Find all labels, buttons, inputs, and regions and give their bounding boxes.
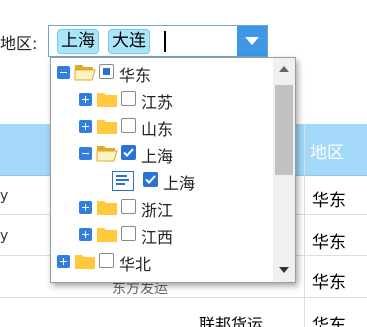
table-cell: y (0, 188, 9, 204)
tree-checkbox[interactable] (99, 253, 114, 268)
tree-node-label: 山东 (141, 120, 174, 139)
tree-node[interactable]: 华北 (51, 248, 273, 275)
expand-plus-icon[interactable] (79, 228, 92, 241)
tree-checkbox[interactable] (121, 118, 136, 133)
tree-checkbox[interactable] (121, 199, 136, 214)
tree-checkbox[interactable] (121, 91, 136, 106)
folder-open-icon (96, 144, 118, 162)
folder-icon (74, 252, 96, 270)
dropdown-button[interactable] (237, 26, 267, 56)
chevron-down-icon (245, 37, 259, 45)
column-header-region[interactable]: 地区 (310, 138, 344, 163)
tree-checkbox[interactable] (121, 226, 136, 241)
tree-checkbox[interactable] (121, 145, 136, 160)
tree-node-label: 浙江 (141, 201, 174, 220)
table-cell-region: 华东 (312, 273, 346, 293)
tree-node-label: 华东 (119, 66, 152, 85)
region-combobox[interactable]: 上海 大连 (48, 25, 268, 57)
table-cell-region: 华东 (312, 233, 346, 253)
tree-node-label: 江苏 (141, 93, 174, 112)
expand-plus-icon[interactable] (79, 120, 92, 133)
tree-node-label: 江西 (141, 228, 174, 247)
table-cell: y (0, 228, 9, 244)
collapse-minus-icon[interactable] (57, 66, 70, 79)
table-cell-company: 联邦货运 (199, 315, 264, 327)
tree-node-label: 上海 (163, 174, 196, 193)
tree-node[interactable]: 上海 (51, 167, 273, 194)
folder-icon (96, 90, 118, 108)
text-cursor (164, 31, 166, 52)
tree-node-label: 华北 (119, 255, 152, 274)
tree-node[interactable]: 江苏 (51, 86, 273, 113)
folder-icon (96, 225, 118, 243)
tree-node[interactable]: 浙江 (51, 194, 273, 221)
folder-icon (96, 117, 118, 135)
expand-plus-icon[interactable] (57, 255, 70, 268)
collapse-minus-icon[interactable] (79, 147, 92, 160)
expand-plus-icon[interactable] (79, 93, 92, 106)
scrollbar[interactable] (273, 58, 295, 282)
tree-checkbox[interactable] (143, 172, 158, 187)
expand-plus-icon[interactable] (79, 201, 92, 214)
row-divider (0, 297, 367, 298)
selected-tag[interactable]: 上海 (57, 29, 99, 54)
table-cell-region: 华东 (312, 191, 346, 211)
scroll-up-arrow-icon[interactable] (279, 66, 289, 72)
selected-tag[interactable]: 大连 (108, 29, 150, 54)
table-cell-region: 华东 (312, 316, 346, 327)
scroll-down-arrow-icon[interactable] (279, 267, 289, 273)
folder-icon (96, 198, 118, 216)
tree-node[interactable]: 上海 (51, 140, 273, 167)
tree-node[interactable]: 江西 (51, 221, 273, 248)
tree-node-label: 上海 (141, 147, 174, 166)
tree-node[interactable]: 山东 (51, 113, 273, 140)
filter-label: 地区: (0, 34, 38, 53)
tree-dropdown-panel: 华东 江苏 山东 上海 上海 浙江 江西 华北 (50, 57, 296, 283)
scroll-thumb[interactable] (275, 85, 293, 175)
tree-checkbox[interactable] (99, 64, 114, 79)
folder-open-icon (74, 63, 96, 81)
document-icon (112, 171, 134, 191)
tree-node[interactable]: 华东 (51, 59, 273, 86)
